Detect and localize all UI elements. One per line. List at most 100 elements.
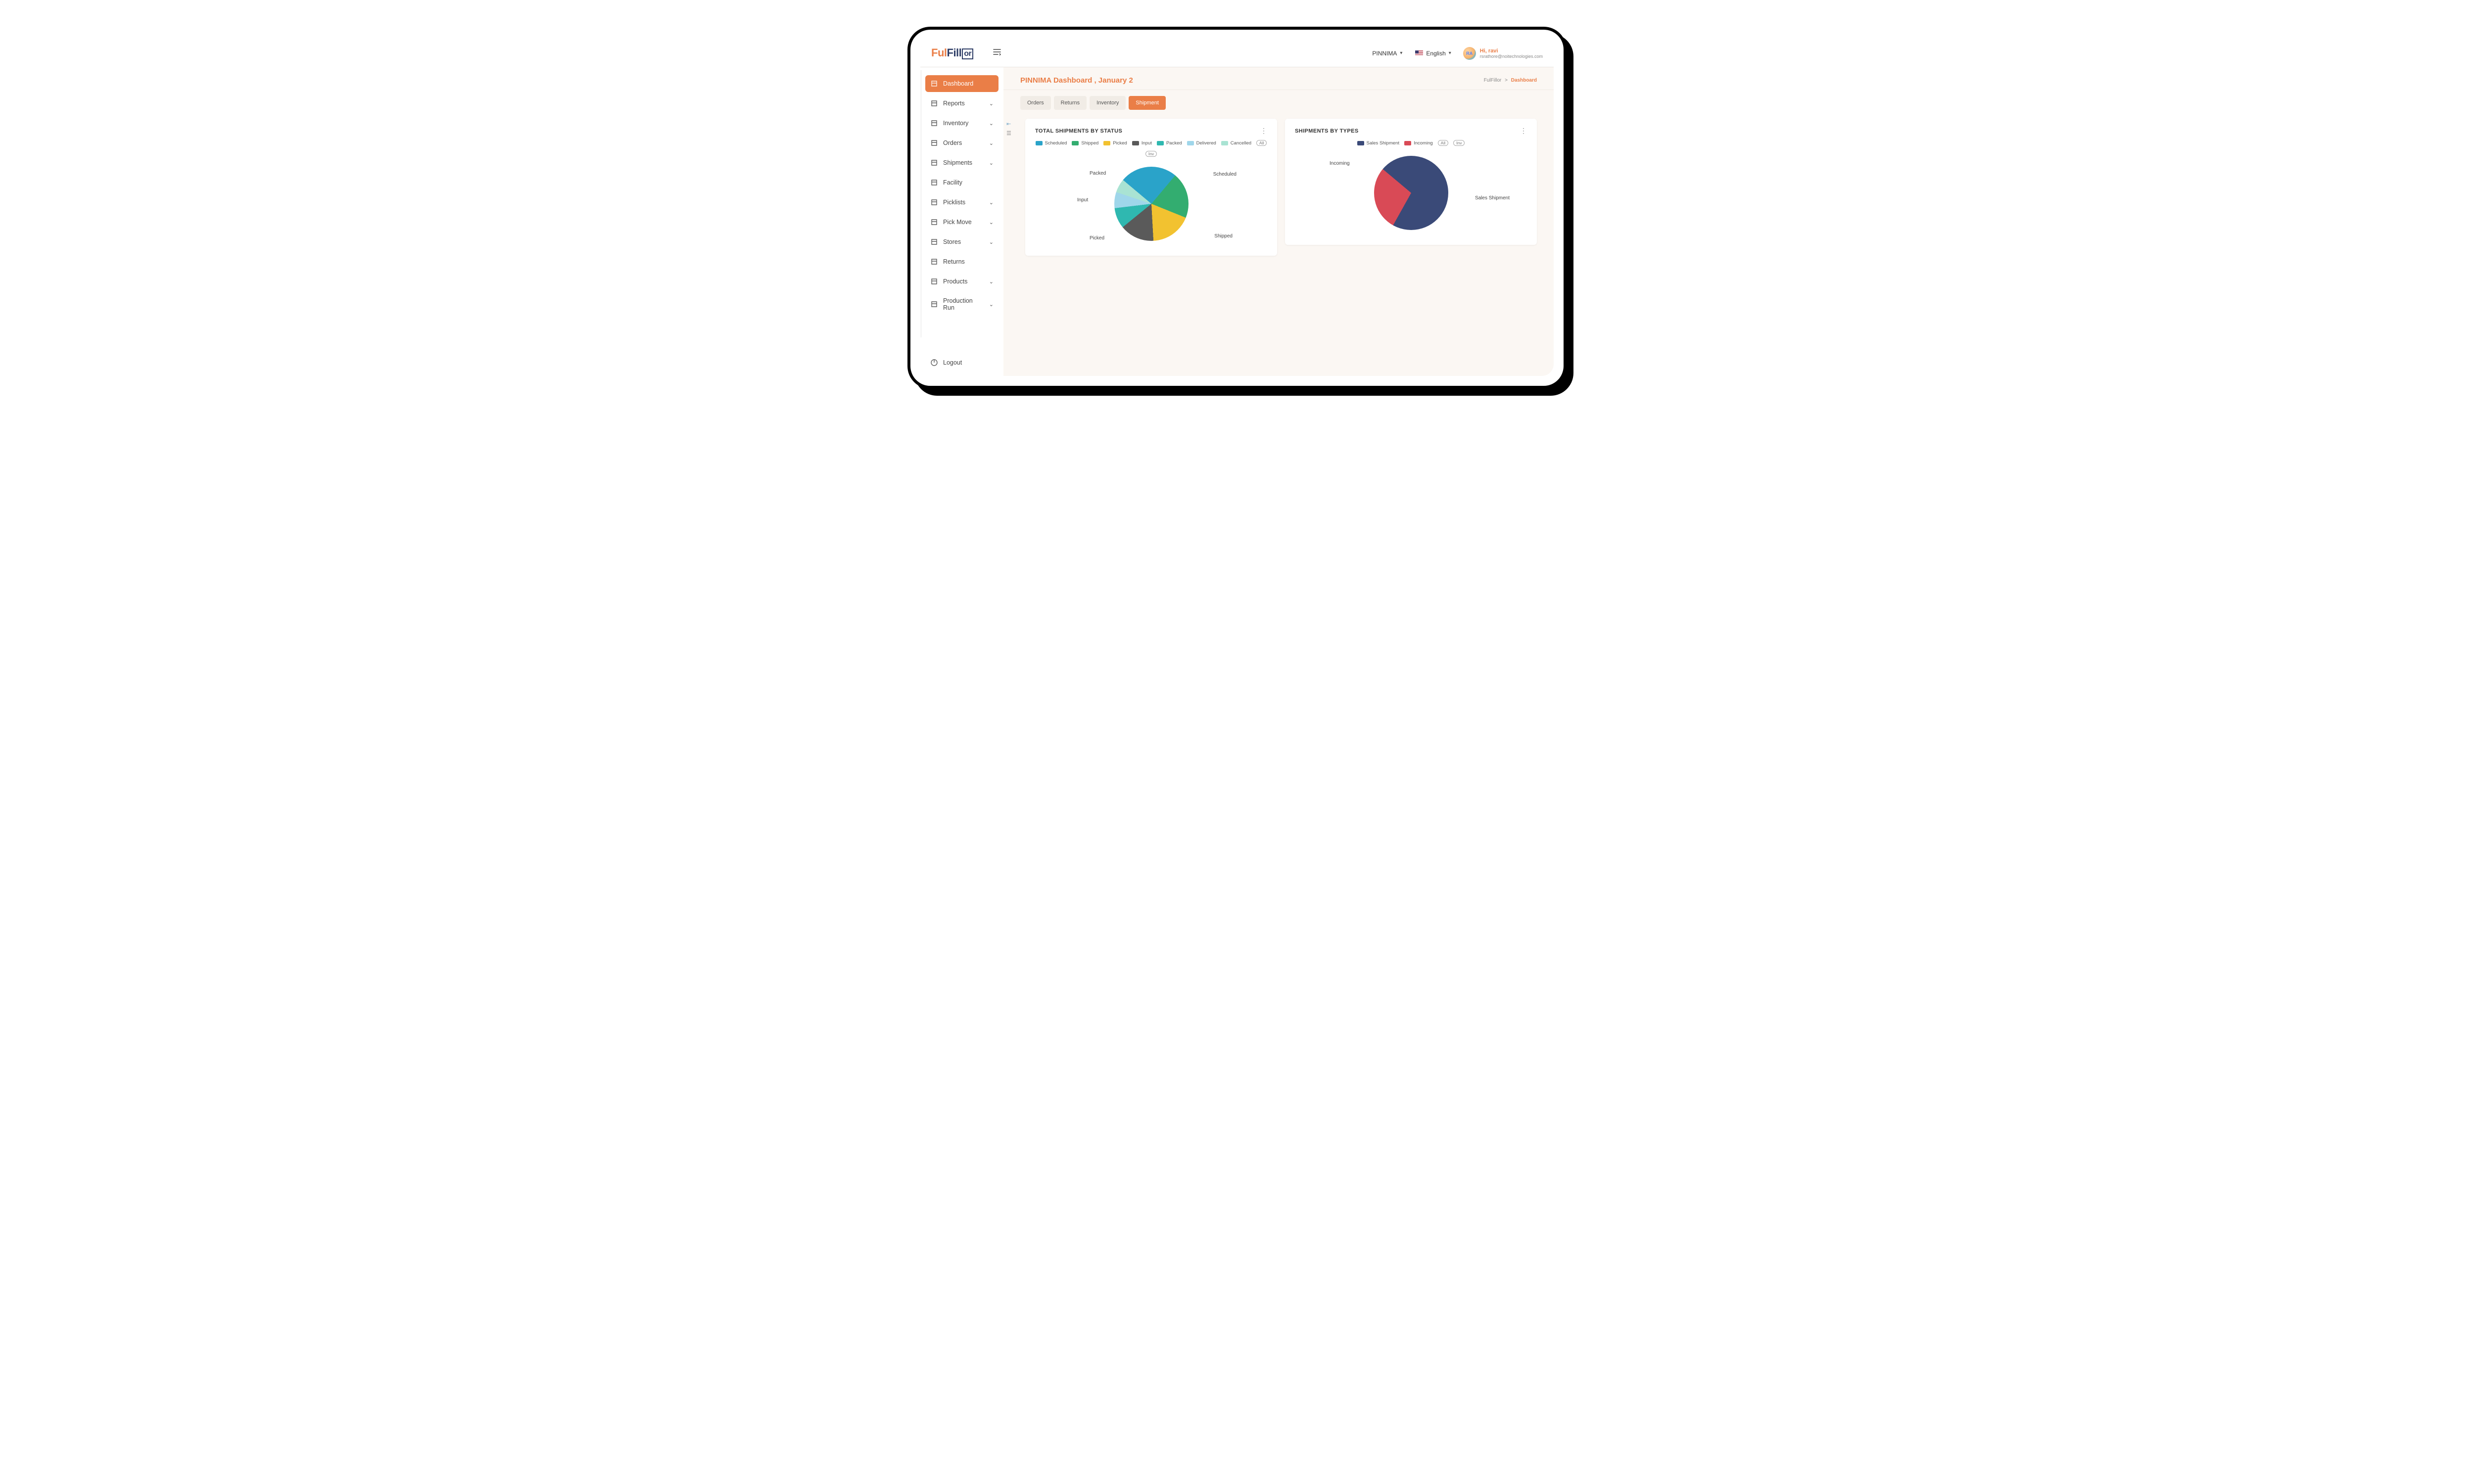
legend-item: Packed <box>1157 140 1182 146</box>
sidebar-item-logout[interactable]: Logout <box>925 354 999 371</box>
org-name: PINNIMA <box>1372 50 1397 57</box>
tab-shipment[interactable]: Shipment <box>1129 96 1165 110</box>
sidebar-item-label: Orders <box>943 139 962 146</box>
sidebar-item-label: Returns <box>943 258 965 265</box>
card-shipments-by-status: TOTAL SHIPMENTS BY STATUS ⋮ Scheduled Shi… <box>1025 119 1277 256</box>
legend-item: Delivered <box>1187 140 1216 146</box>
sidebar-item-reports[interactable]: Reports ⌄ <box>925 95 999 112</box>
pie-slice-label: Input <box>1077 197 1088 203</box>
pie-slice-label: Shipped <box>1214 233 1233 239</box>
flag-us-icon <box>1415 50 1423 56</box>
nav-icon <box>930 159 938 167</box>
nav-icon <box>930 80 938 88</box>
card-menu-icon[interactable]: ⋮ <box>1260 127 1267 135</box>
nav-icon <box>930 198 938 206</box>
chevron-down-icon: ⌄ <box>989 160 994 166</box>
avatar: RA <box>1463 47 1476 60</box>
filter-icon[interactable]: ☰ <box>1006 130 1011 137</box>
sidebar-item-label: Facility <box>943 179 962 186</box>
legend-item: Shipped <box>1072 140 1098 146</box>
legend-item: Input <box>1132 140 1152 146</box>
sidebar-item-pick-move[interactable]: Pick Move ⌄ <box>925 214 999 231</box>
org-selector[interactable]: PINNIMA ▾ <box>1372 50 1402 57</box>
sidebar-toggle-icon[interactable] <box>993 48 1001 58</box>
nav-icon <box>930 179 938 186</box>
sidebar-item-stores[interactable]: Stores ⌄ <box>925 233 999 250</box>
nav-icon <box>930 119 938 127</box>
sidebar-item-label: Production Run <box>943 297 984 311</box>
power-icon <box>930 359 938 367</box>
sidebar-item-facility[interactable]: Facility <box>925 174 999 191</box>
sidebar-item-orders[interactable]: Orders ⌄ <box>925 135 999 151</box>
page-title: PINNIMA Dashboard , January 2 <box>1020 76 1133 85</box>
chevron-down-icon: ⌄ <box>989 100 994 107</box>
chevron-down-icon: ▾ <box>1449 50 1451 56</box>
sidebar: Dashboard Reports ⌄ Inventory ⌄ Orders ⌄… <box>920 67 1003 376</box>
sidebar-item-picklists[interactable]: Picklists ⌄ <box>925 194 999 211</box>
legend-swatch <box>1357 141 1364 145</box>
filter-pill-inv[interactable]: Inv <box>1145 151 1157 157</box>
sidebar-item-shipments[interactable]: Shipments ⌄ <box>925 154 999 171</box>
legend-swatch <box>1103 141 1110 145</box>
legend-item: Incoming <box>1404 140 1433 146</box>
breadcrumb: FulFillor > Dashboard <box>1484 78 1537 83</box>
sidebar-item-products[interactable]: Products ⌄ <box>925 273 999 290</box>
legend-item: Cancelled <box>1221 140 1251 146</box>
app-logo: FulFillor <box>931 46 973 60</box>
tab-orders[interactable]: Orders <box>1020 96 1051 110</box>
chevron-down-icon: ⌄ <box>989 199 994 206</box>
pie-slice-label: Incoming <box>1330 161 1350 166</box>
chevron-down-icon: ⌄ <box>989 140 994 146</box>
legend-swatch <box>1072 141 1079 145</box>
main-area: PINNIMA Dashboard , January 2 FulFillor … <box>1003 67 1554 376</box>
pie-slice-label: Picked <box>1090 235 1104 241</box>
page-header: PINNIMA Dashboard , January 2 FulFillor … <box>1003 67 1554 90</box>
legend-item: Picked <box>1103 140 1127 146</box>
user-menu[interactable]: RA Hi, ravi rsrathore@noitechnologies.co… <box>1463 47 1543 60</box>
nav-icon <box>930 139 938 147</box>
collapse-panel-icon[interactable]: ⇤ <box>1006 121 1011 127</box>
content-area: ⇤ ☰ TOTAL SHIPMENTS BY STATUS ⋮ Schedule… <box>1003 110 1554 376</box>
sidebar-item-returns[interactable]: Returns <box>925 253 999 270</box>
user-email: rsrathore@noitechnologies.com <box>1480 54 1543 59</box>
card-menu-icon[interactable]: ⋮ <box>1520 127 1527 135</box>
legend-swatch <box>1221 141 1228 145</box>
sidebar-item-label: Reports <box>943 100 965 107</box>
sidebar-item-production-run[interactable]: Production Run ⌄ <box>925 293 999 316</box>
legend-swatch <box>1157 141 1164 145</box>
chevron-down-icon: ⌄ <box>989 120 994 127</box>
pie-chart-status <box>1114 167 1189 241</box>
legend-item: Sales Shipment <box>1357 140 1400 146</box>
tab-returns[interactable]: Returns <box>1054 96 1087 110</box>
pie-slice-label: Scheduled <box>1213 172 1237 177</box>
user-greeting: Hi, ravi <box>1480 48 1543 54</box>
chart-legend: Sales Shipment Incoming All Inv <box>1295 140 1527 146</box>
sidebar-item-label: Products <box>943 278 967 285</box>
legend-swatch <box>1132 141 1139 145</box>
sidebar-item-label: Logout <box>943 359 962 366</box>
chart-legend: ScheduledShippedPickedInputPackedDeliver… <box>1035 140 1267 157</box>
sidebar-item-label: Shipments <box>943 159 972 166</box>
tab-inventory[interactable]: Inventory <box>1090 96 1126 110</box>
card-title: SHIPMENTS BY TYPES <box>1295 128 1359 134</box>
pie-slice-label: Packed <box>1090 171 1106 176</box>
sidebar-item-label: Inventory <box>943 120 968 127</box>
nav-icon <box>930 278 938 285</box>
nav-icon <box>930 99 938 107</box>
chevron-down-icon: ⌄ <box>989 301 994 308</box>
filter-pill-all[interactable]: All <box>1256 140 1267 146</box>
card-title: TOTAL SHIPMENTS BY STATUS <box>1035 128 1122 134</box>
sidebar-item-dashboard[interactable]: Dashboard <box>925 75 999 92</box>
nav-icon <box>930 300 938 308</box>
sidebar-item-inventory[interactable]: Inventory ⌄ <box>925 115 999 132</box>
nav-icon <box>930 218 938 226</box>
language-selector[interactable]: English ▾ <box>1415 50 1451 57</box>
tab-bar: OrdersReturnsInventoryShipment <box>1003 90 1554 110</box>
sidebar-item-label: Picklists <box>943 199 965 206</box>
card-shipments-by-types: SHIPMENTS BY TYPES ⋮ Sales Shipment Incom… <box>1285 119 1537 245</box>
chevron-down-icon: ▾ <box>1400 50 1402 56</box>
chevron-down-icon: ⌄ <box>989 239 994 245</box>
filter-pill-inv[interactable]: Inv <box>1453 140 1465 146</box>
filter-pill-all[interactable]: All <box>1438 140 1448 146</box>
panel-controls[interactable]: ⇤ ☰ <box>1006 121 1011 137</box>
